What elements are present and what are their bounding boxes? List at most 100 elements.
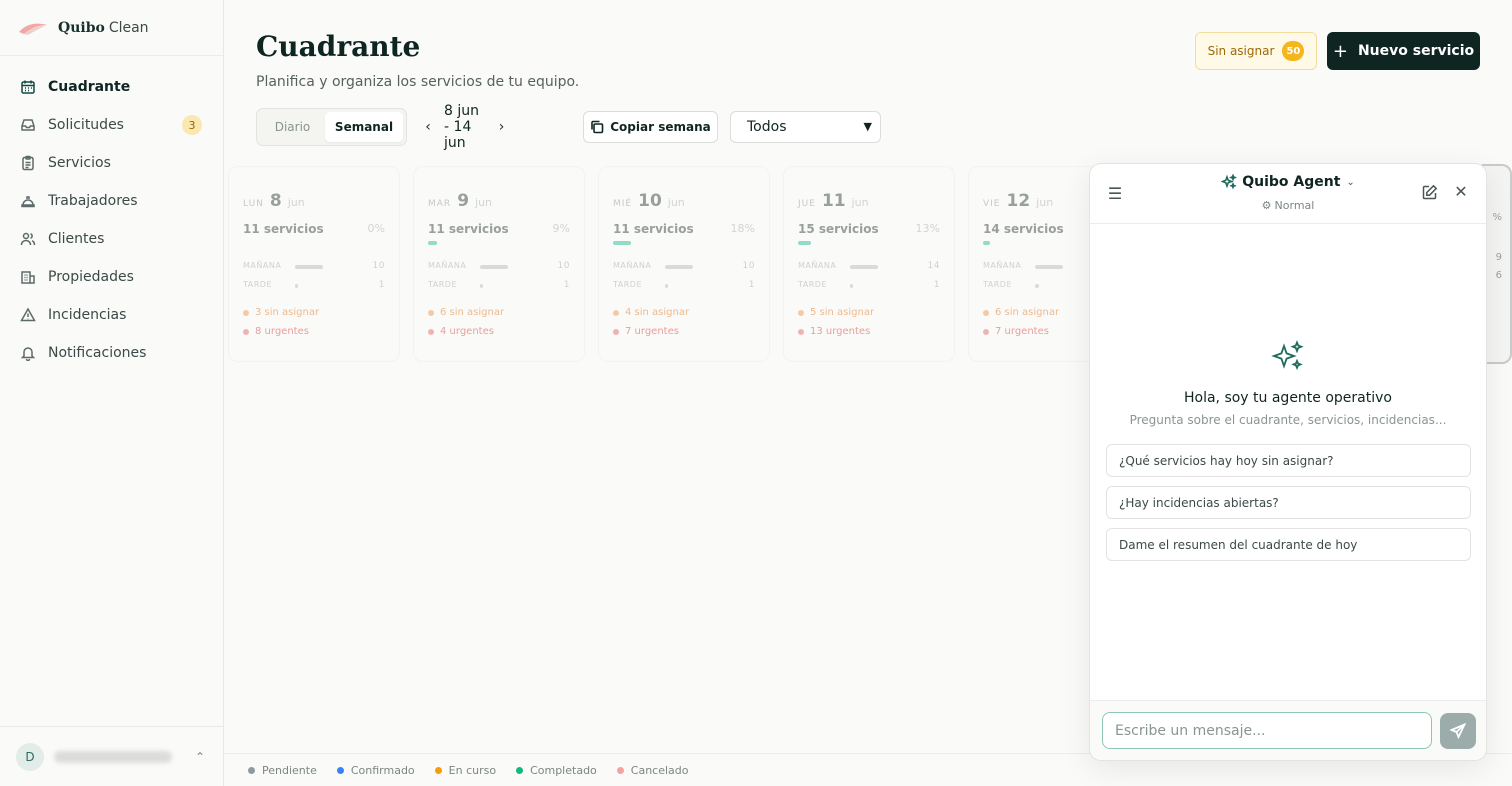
agent-composer bbox=[1090, 700, 1486, 760]
unassigned-button[interactable]: Sin asignar 50 bbox=[1195, 32, 1317, 70]
week-range: 8 jun - 14 jun bbox=[444, 103, 480, 151]
shift-bar bbox=[850, 265, 878, 269]
shift-count: 14 bbox=[927, 261, 940, 271]
copy-week-label: Copiar semana bbox=[610, 120, 711, 134]
completion-bar bbox=[428, 241, 437, 245]
warning-icon bbox=[20, 307, 36, 323]
shift-bar bbox=[480, 284, 483, 288]
sidebar-item-label: Propiedades bbox=[48, 269, 134, 285]
inbox-icon bbox=[20, 117, 36, 133]
day-header: JUE 11 jun bbox=[798, 191, 869, 211]
urgent-text: 4 urgentes bbox=[440, 326, 494, 337]
unassigned-count-badge: 50 bbox=[1282, 41, 1305, 61]
day-card[interactable]: LUN 8 jun 11 servicios 0% MAÑANA 10 TARDE 1 3 sin… bbox=[228, 166, 400, 362]
urgent-alert: 8 urgentes bbox=[243, 326, 309, 337]
shift-afternoon: TARDE 1 bbox=[243, 280, 385, 292]
chevron-left-icon[interactable]: ‹ bbox=[424, 118, 432, 136]
message-input[interactable] bbox=[1102, 712, 1432, 749]
unassigned-alert: 3 sin asignar bbox=[243, 307, 319, 318]
chevron-right-icon[interactable]: › bbox=[498, 118, 506, 136]
completion-pct: 18% bbox=[730, 222, 755, 235]
shift-label: MAÑANA bbox=[983, 261, 1022, 270]
urgent-text: 13 urgentes bbox=[810, 326, 871, 337]
avatar: D bbox=[16, 742, 44, 771]
shift-bar bbox=[665, 284, 668, 288]
day-card[interactable]: JUE 11 jun 15 servicios 13% MAÑANA 14 TARDE 1 5 s… bbox=[783, 166, 955, 362]
shift-bar bbox=[665, 265, 693, 269]
shift-bar bbox=[1035, 265, 1063, 269]
chevron-down-icon: ⌄ bbox=[1346, 176, 1355, 188]
day-card[interactable]: MIÉ 10 jun 11 servicios 18% MAÑANA 10 TARDE 1 4 s… bbox=[598, 166, 770, 362]
shift-morning: MAÑANA 10 bbox=[243, 261, 385, 273]
shift-label: TARDE bbox=[243, 280, 273, 289]
chevron-down-icon: ▼ bbox=[863, 120, 872, 133]
shift-morning: MAÑANA 10 bbox=[428, 261, 570, 273]
day-month: jun bbox=[1036, 196, 1054, 209]
legend-item: Pendiente bbox=[248, 764, 317, 777]
unassigned-alert: 6 sin asignar bbox=[983, 307, 1059, 318]
shift-count: 10 bbox=[372, 261, 385, 271]
day-card[interactable]: MAR 9 jun 11 servicios 9% MAÑANA 10 TARDE 1 6 sin… bbox=[413, 166, 585, 362]
status-dot bbox=[428, 328, 434, 335]
status-dot bbox=[613, 309, 619, 316]
unassigned-alert: 5 sin asignar bbox=[798, 307, 874, 318]
day-number: 10 bbox=[638, 191, 662, 211]
clipboard-icon bbox=[20, 155, 36, 171]
day-of-week: MIÉ bbox=[613, 199, 633, 209]
unassigned-text: 6 sin asignar bbox=[440, 307, 505, 318]
users-icon bbox=[20, 231, 36, 247]
shift-bar bbox=[850, 284, 853, 288]
building-icon bbox=[20, 269, 36, 285]
sidebar-item-trabajadores[interactable]: Trabajadores bbox=[0, 182, 223, 220]
agent-mode-label: Normal bbox=[1274, 199, 1315, 212]
sidebar-item-servicios[interactable]: Servicios bbox=[0, 144, 223, 182]
shift-morning: MAÑANA 14 bbox=[798, 261, 940, 273]
new-service-button[interactable]: + Nuevo servicio bbox=[1327, 32, 1480, 70]
completion-pct: 0% bbox=[367, 222, 385, 235]
legend-label: Pendiente bbox=[262, 763, 317, 777]
edit-icon[interactable] bbox=[1422, 184, 1440, 202]
brand[interactable]: Quibo Clean bbox=[0, 0, 223, 56]
status-dot bbox=[983, 328, 989, 335]
sidebar-nav: Cuadrante Solicitudes 3 Servicios Trabaj… bbox=[0, 56, 223, 372]
send-button[interactable] bbox=[1440, 713, 1476, 749]
suggestion-button[interactable]: Dame el resumen del cuadrante de hoy bbox=[1106, 528, 1471, 561]
shift-count: 1 bbox=[748, 280, 755, 290]
shift-afternoon: TARDE 1 bbox=[798, 280, 940, 292]
status-filter-select[interactable]: Todos ▼ bbox=[730, 111, 881, 143]
view-daily-button[interactable]: Diario bbox=[260, 112, 325, 142]
suggestion-button[interactable]: ¿Qué servicios hay hoy sin asignar? bbox=[1106, 444, 1471, 477]
status-dot bbox=[243, 309, 249, 316]
legend-dot bbox=[516, 766, 524, 774]
day-header: MAR 9 jun bbox=[428, 191, 492, 211]
sidebar-item-label: Trabajadores bbox=[48, 193, 138, 209]
view-weekly-button[interactable]: Semanal bbox=[325, 112, 403, 142]
sidebar-item-incidencias[interactable]: Incidencias bbox=[0, 296, 223, 334]
legend-item: Cancelado bbox=[616, 764, 689, 777]
sidebar-item-notificaciones[interactable]: Notificaciones bbox=[0, 334, 223, 372]
agent-hint: Pregunta sobre el cuadrante, servicios, … bbox=[1129, 413, 1447, 427]
legend-item: Completado bbox=[516, 764, 597, 777]
day-month: jun bbox=[667, 196, 685, 209]
agent-header: ☰ Quibo Agent ⌄ ⚙ Normal ✕ bbox=[1090, 164, 1486, 224]
sidebar-item-propiedades[interactable]: Propiedades bbox=[0, 258, 223, 296]
user-menu[interactable]: D ⌃ bbox=[0, 726, 223, 786]
unassigned-alert: 6 sin asignar bbox=[428, 307, 504, 318]
day-header: VIE 12 jun bbox=[983, 191, 1053, 211]
day-number: 12 bbox=[1006, 191, 1031, 211]
shift-count: 10 bbox=[557, 261, 570, 271]
close-icon[interactable]: ✕ bbox=[1452, 182, 1470, 201]
suggestion-button[interactable]: ¿Hay incidencias abiertas? bbox=[1106, 486, 1471, 519]
sidebar-item-clientes[interactable]: Clientes bbox=[0, 220, 223, 258]
legend-label: Confirmado bbox=[350, 763, 415, 777]
shift-bar bbox=[1035, 284, 1039, 288]
completion-pct: 9% bbox=[552, 222, 570, 235]
sidebar-item-cuadrante[interactable]: Cuadrante bbox=[0, 68, 223, 106]
sidebar-item-solicitudes[interactable]: Solicitudes 3 bbox=[0, 106, 223, 144]
urgent-alert: 7 urgentes bbox=[983, 326, 1049, 337]
copy-week-button[interactable]: Copiar semana bbox=[583, 111, 718, 143]
view-toggle: Diario Semanal bbox=[256, 108, 407, 146]
hardhat-icon bbox=[20, 193, 36, 209]
morning-count: 9 bbox=[1495, 252, 1502, 263]
urgent-text: 7 urgentes bbox=[625, 326, 679, 337]
